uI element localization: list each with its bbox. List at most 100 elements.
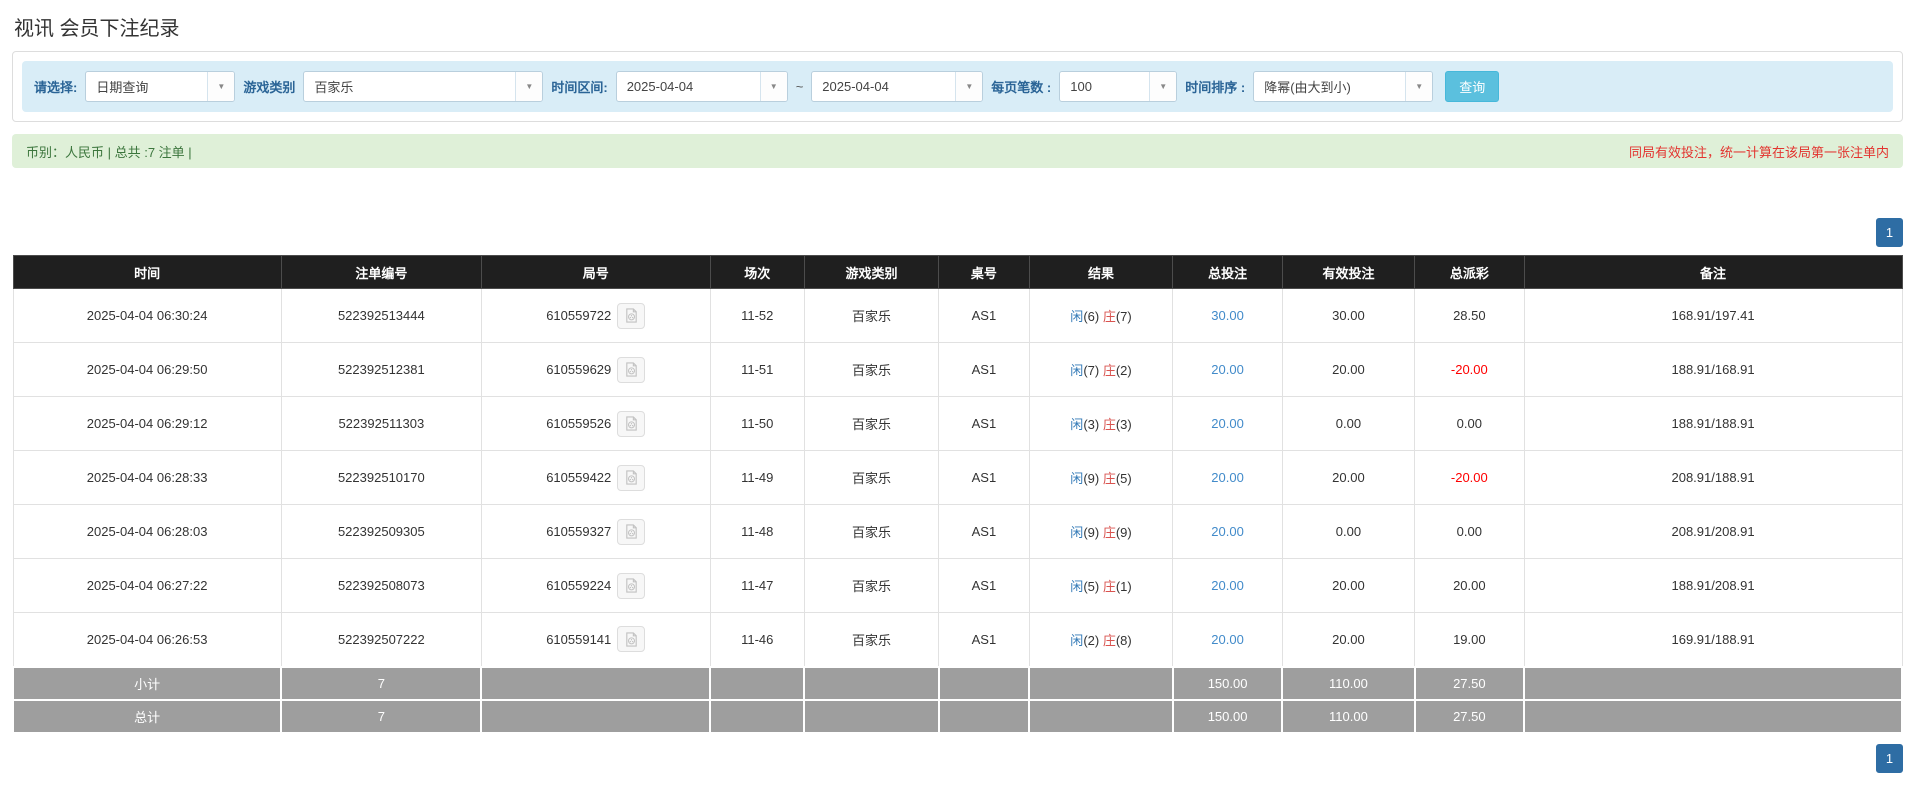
per-page-select[interactable]: 100 ▼ <box>1059 71 1178 102</box>
result-banker-label: 庄 <box>1102 579 1116 594</box>
chevron-down-icon[interactable]: ▼ <box>1149 72 1177 101</box>
total-bet-link[interactable]: 20.00 <box>1211 362 1244 377</box>
result-player-score: (2) <box>1083 632 1100 648</box>
date-from-input[interactable]: 2025-04-04 ▼ <box>615 71 788 102</box>
video-replay-button[interactable] <box>617 356 646 383</box>
cell-bet-id: 522392508073 <box>280 558 482 613</box>
search-button[interactable]: 查询 <box>1445 71 1500 102</box>
cell-game-type: 百家乐 <box>803 612 940 667</box>
video-replay-button[interactable] <box>617 464 646 491</box>
cell-payout: 28.50 <box>1414 288 1525 343</box>
cell-bet-id: 522392509305 <box>280 504 482 559</box>
round-id-text: 610559526 <box>546 416 612 431</box>
cell-result: 闲(9) 庄(5) <box>1028 450 1174 505</box>
time-sort-label: 时间排序 : <box>1185 80 1246 95</box>
video-replay-button[interactable] <box>617 410 646 437</box>
col-header-result: 结果 <box>1028 255 1174 289</box>
table-row: 2025-04-04 06:30:24 522392513444 6105597… <box>12 288 1903 343</box>
chevron-down-icon[interactable]: ▼ <box>1405 72 1433 101</box>
table-row: 2025-04-04 06:29:50 522392512381 6105596… <box>12 342 1903 397</box>
cell-result: 闲(5) 庄(1) <box>1028 558 1174 613</box>
result-player-score: (3) <box>1083 417 1100 432</box>
cell-total-bet: 30.00 <box>1172 288 1283 343</box>
result-player-label: 闲 <box>1070 579 1084 594</box>
result-banker-label: 庄 <box>1102 363 1116 378</box>
result-banker-label: 庄 <box>1102 471 1116 486</box>
result-banker-score: (7) <box>1115 309 1132 324</box>
total-row: 总计 7 150.00 110.00 27.50 <box>11 698 1903 734</box>
cell-valid-bet: 0.00 <box>1281 396 1416 451</box>
table-row: 2025-04-04 06:29:12 522392511303 6105595… <box>12 396 1903 451</box>
subtotal-row: 小计 7 150.00 110.00 27.50 <box>11 665 1903 701</box>
total-bet-link[interactable]: 20.00 <box>1211 470 1244 485</box>
cell-total-bet: 20.00 <box>1172 450 1283 505</box>
cell-valid-bet: 20.00 <box>1281 612 1416 667</box>
page-1-button[interactable]: 1 <box>1876 743 1903 773</box>
cell-session: 11-52 <box>709 288 805 343</box>
result-player-score: (9) <box>1083 525 1100 540</box>
payout-value: 20.00 <box>1453 578 1486 593</box>
cell-session: 11-46 <box>709 612 805 667</box>
cell-payout: 0.00 <box>1414 396 1525 451</box>
cell-table-no: AS1 <box>938 396 1030 451</box>
cell-payout: 20.00 <box>1414 558 1525 613</box>
table-row: 2025-04-04 06:28:33 522392510170 6105594… <box>12 450 1903 505</box>
cell-bet-id: 522392513444 <box>280 288 482 343</box>
video-replay-button[interactable] <box>617 572 646 599</box>
per-page-label: 每页笔数 : <box>991 80 1052 95</box>
col-header-payout: 总派彩 <box>1414 255 1525 289</box>
round-id-text: 610559224 <box>546 578 612 593</box>
round-id-text: 610559327 <box>546 524 612 539</box>
total-bet-link[interactable]: 20.00 <box>1211 578 1244 593</box>
cell-bet-id: 522392511303 <box>280 396 482 451</box>
date-to-value: 2025-04-04 <box>822 79 889 94</box>
chevron-down-icon[interactable]: ▼ <box>759 72 787 101</box>
cell-result: 闲(9) 庄(9) <box>1028 504 1174 559</box>
time-sort-value: 降幂(由大到小) <box>1264 80 1351 95</box>
page-1-button[interactable]: 1 <box>1876 218 1903 247</box>
video-file-icon <box>626 578 637 593</box>
cell-total-bet: 20.00 <box>1172 342 1283 397</box>
cell-valid-bet: 20.00 <box>1281 558 1416 613</box>
date-to-input[interactable]: 2025-04-04 ▼ <box>811 71 984 102</box>
result-player-label: 闲 <box>1070 309 1084 324</box>
game-type-select[interactable]: 百家乐 ▼ <box>303 71 544 102</box>
chevron-down-icon[interactable]: ▼ <box>515 72 543 101</box>
result-banker-label: 庄 <box>1102 525 1116 540</box>
video-replay-button[interactable] <box>617 302 646 329</box>
total-bet-link[interactable]: 20.00 <box>1211 524 1244 539</box>
cell-remark: 188.91/208.91 <box>1523 558 1903 613</box>
col-header-table-no: 桌号 <box>938 255 1030 289</box>
cell-session: 11-47 <box>709 558 805 613</box>
date-from-value: 2025-04-04 <box>626 79 694 94</box>
query-type-select[interactable]: 日期查询 ▼ <box>85 71 236 102</box>
cell-game-type: 百家乐 <box>803 558 940 613</box>
chevron-down-icon[interactable]: ▼ <box>207 72 235 101</box>
cell-total-bet: 20.00 <box>1172 612 1283 667</box>
tilde-separator: ~ <box>795 79 804 94</box>
col-header-round-id: 局号 <box>480 255 711 289</box>
video-replay-button[interactable] <box>617 626 646 653</box>
total-count: 7 <box>280 698 483 734</box>
result-banker-score: (8) <box>1115 632 1132 648</box>
page-title: 视讯 会员下注纪录 <box>14 18 180 40</box>
cell-remark: 208.91/208.91 <box>1523 504 1903 559</box>
payout-value: 28.50 <box>1453 308 1486 323</box>
total-bet-link[interactable]: 20.00 <box>1211 416 1244 431</box>
cell-remark: 188.91/188.91 <box>1523 396 1903 451</box>
payout-value: 19.00 <box>1453 631 1486 647</box>
subtotal-payout: 27.50 <box>1413 665 1526 701</box>
game-type-value: 百家乐 <box>314 80 354 95</box>
total-label: 总计 <box>11 698 283 734</box>
time-sort-select[interactable]: 降幂(由大到小) ▼ <box>1253 71 1434 102</box>
table-row: 2025-04-04 06:26:53 522392507222 6105591… <box>12 612 1903 667</box>
result-banker-score: (5) <box>1115 471 1132 486</box>
cell-time: 2025-04-04 06:29:12 <box>12 396 282 451</box>
col-header-session: 场次 <box>709 255 805 289</box>
total-bet-link[interactable]: 20.00 <box>1211 632 1244 647</box>
result-player-label: 闲 <box>1070 525 1084 540</box>
total-bet-link[interactable]: 30.00 <box>1211 308 1244 323</box>
video-replay-button[interactable] <box>617 518 646 545</box>
chevron-down-icon[interactable]: ▼ <box>955 72 983 101</box>
round-id-text: 610559141 <box>546 631 612 647</box>
